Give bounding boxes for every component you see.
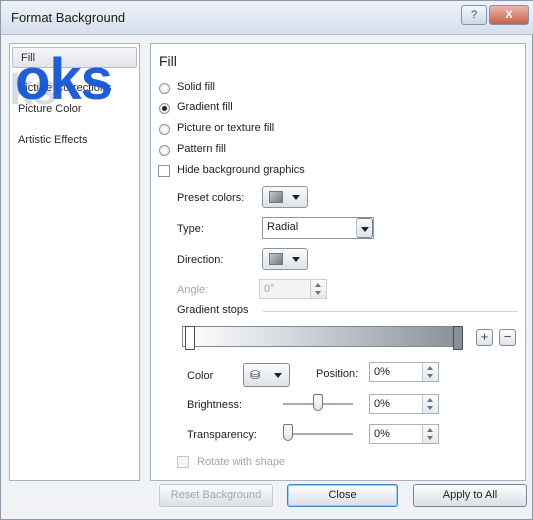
brightness-label: Brightness: bbox=[187, 399, 243, 411]
pattern-fill-label[interactable]: Pattern fill bbox=[177, 143, 226, 155]
pattern-fill-radio[interactable] bbox=[159, 145, 170, 156]
transparency-slider-track[interactable] bbox=[283, 433, 353, 435]
close-window-button[interactable]: X bbox=[489, 5, 529, 25]
solid-fill-label[interactable]: Solid fill bbox=[177, 81, 215, 93]
brightness-value: 0% bbox=[374, 398, 390, 410]
paint-bucket-icon: ⛁ bbox=[250, 368, 261, 382]
gradient-stops-bar[interactable] bbox=[182, 326, 459, 347]
type-label: Type: bbox=[177, 223, 204, 235]
remove-stop-button[interactable]: − bbox=[499, 329, 516, 346]
picture-texture-fill-radio[interactable] bbox=[159, 124, 170, 135]
help-button[interactable]: ? bbox=[461, 5, 487, 25]
gradient-fill-radio[interactable] bbox=[159, 103, 170, 114]
close-button[interactable]: Close bbox=[287, 484, 398, 507]
position-label: Position: bbox=[316, 368, 359, 380]
brightness-slider-thumb[interactable] bbox=[313, 394, 323, 411]
gradient-stops-divider bbox=[263, 311, 518, 312]
gradient-stops-label: Gradient stops bbox=[177, 304, 249, 316]
chevron-down-icon bbox=[274, 373, 282, 378]
spinner-arrows-icon[interactable] bbox=[422, 395, 438, 413]
transparency-value: 0% bbox=[374, 428, 390, 440]
gradient-fill-label[interactable]: Gradient fill bbox=[177, 101, 233, 113]
angle-spinner[interactable]: 0° bbox=[259, 279, 327, 299]
gradient-stop-handle[interactable] bbox=[453, 326, 463, 350]
position-spinner[interactable]: 0% bbox=[369, 362, 439, 382]
rotate-with-shape-label: Rotate with shape bbox=[197, 456, 286, 468]
spinner-arrows-icon[interactable] bbox=[310, 280, 326, 298]
watermark-text: oks bbox=[15, 47, 113, 112]
gradient-stop-handle[interactable] bbox=[185, 326, 195, 350]
position-value: 0% bbox=[374, 366, 390, 378]
type-select[interactable]: Radial bbox=[262, 217, 374, 239]
hide-background-label[interactable]: Hide background graphics bbox=[177, 164, 305, 176]
chevron-down-icon bbox=[292, 257, 300, 262]
preset-colors-label: Preset colors: bbox=[177, 192, 245, 204]
transparency-spinner[interactable]: 0% bbox=[369, 424, 439, 444]
angle-value: 0° bbox=[264, 283, 275, 295]
brightness-spinner[interactable]: 0% bbox=[369, 394, 439, 414]
sidebar-item-artistic-effects[interactable]: Artistic Effects bbox=[10, 130, 139, 151]
spinner-arrows-icon[interactable] bbox=[422, 425, 438, 443]
type-value: Radial bbox=[267, 221, 299, 233]
add-stop-button[interactable]: + bbox=[476, 329, 493, 346]
apply-to-all-button[interactable]: Apply to All bbox=[413, 484, 527, 507]
reset-background-button[interactable]: Reset Background bbox=[159, 484, 273, 507]
direction-swatch-icon bbox=[269, 253, 283, 265]
color-dropdown[interactable]: ⛁ bbox=[243, 363, 290, 387]
picture-texture-fill-label[interactable]: Picture or texture fill bbox=[177, 122, 274, 134]
direction-dropdown[interactable] bbox=[262, 248, 308, 270]
gradient-swatch-icon bbox=[269, 191, 283, 203]
transparency-label: Transparency: bbox=[187, 429, 257, 441]
format-background-dialog: Format Background ? X Fill Picture Corre… bbox=[0, 0, 533, 520]
chevron-down-icon[interactable] bbox=[356, 218, 373, 238]
rotate-with-shape-checkbox[interactable] bbox=[177, 456, 189, 468]
chevron-down-icon bbox=[292, 195, 300, 200]
hide-background-checkbox[interactable] bbox=[158, 165, 170, 177]
fill-heading: Fill bbox=[159, 53, 177, 69]
direction-label: Direction: bbox=[177, 254, 224, 266]
color-label: Color bbox=[187, 370, 214, 382]
transparency-slider-thumb[interactable] bbox=[283, 424, 293, 441]
solid-fill-radio[interactable] bbox=[159, 83, 170, 94]
preset-colors-dropdown[interactable] bbox=[262, 186, 308, 208]
spinner-arrows-icon[interactable] bbox=[422, 363, 438, 381]
angle-label: Angle: bbox=[177, 284, 209, 296]
title-bar: Format Background ? X bbox=[1, 1, 533, 35]
window-title: Format Background bbox=[11, 10, 126, 25]
